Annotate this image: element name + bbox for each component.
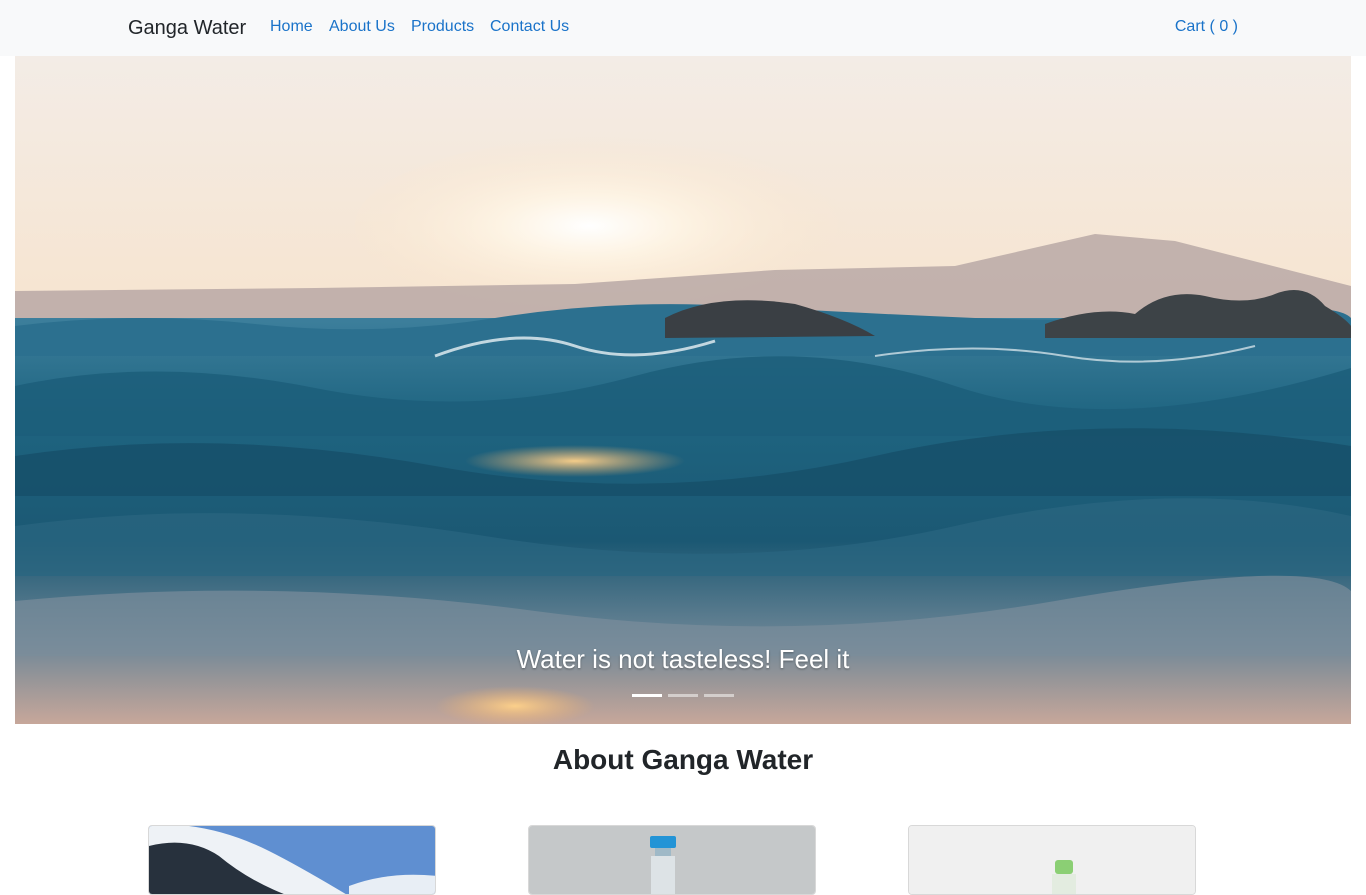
nav-link-about-us[interactable]: About Us	[329, 17, 395, 37]
carousel-indicator-1[interactable]	[632, 694, 662, 697]
nav-link-products[interactable]: Products	[411, 17, 474, 37]
cart-link[interactable]: Cart ( 0 )	[1175, 17, 1238, 37]
mountain-image	[149, 826, 435, 894]
carousel-indicator-2[interactable]	[668, 694, 698, 697]
bottle-image	[909, 826, 1195, 894]
nav-link-contact-us[interactable]: Contact Us	[490, 17, 569, 37]
about-card-mountains	[148, 825, 436, 895]
top-navbar: Ganga Water Home About Us Products Conta…	[0, 0, 1366, 56]
nav-link-home[interactable]: Home	[270, 17, 313, 37]
hero-ocean-image	[15, 56, 1351, 724]
hero-carousel[interactable]: Water is not tasteless! Feel it	[15, 56, 1351, 724]
about-card-bottle-blue	[528, 825, 816, 895]
carousel-indicator-3[interactable]	[704, 694, 734, 697]
about-card-bottle-green	[908, 825, 1196, 895]
hero-caption: Water is not tasteless! Feel it	[516, 644, 850, 674]
carousel-indicators	[632, 694, 734, 698]
about-section-title: About Ganga Water	[552, 744, 814, 775]
bottle-image	[529, 826, 815, 894]
brand-logo-link[interactable]: Ganga Water	[128, 15, 246, 41]
